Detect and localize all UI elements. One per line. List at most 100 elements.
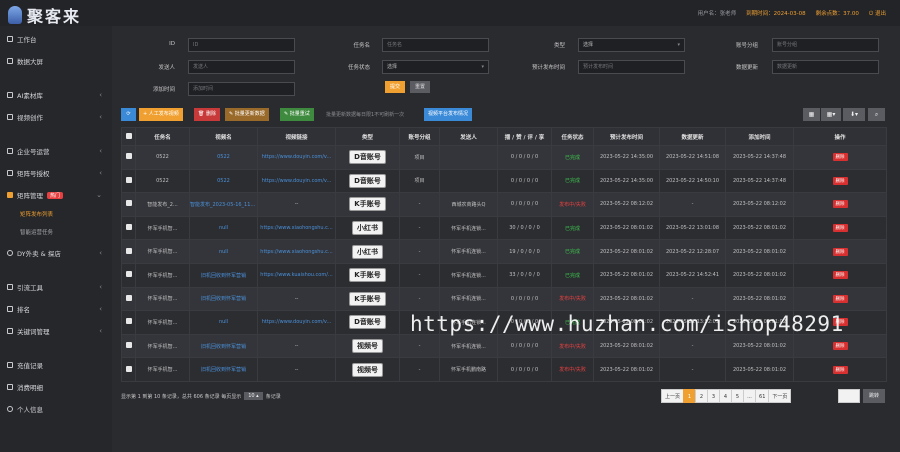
cell-video-name[interactable]: 旧机回收到怀军营销 — [189, 286, 258, 312]
cell-task-name: 怀军手机智... — [135, 333, 190, 359]
row-checkbox[interactable] — [121, 333, 136, 359]
row-checkbox[interactable] — [121, 262, 136, 288]
table-view-icon[interactable]: ▦ — [803, 108, 820, 121]
col-type[interactable]: 类型 — [335, 127, 400, 146]
delete-row-button[interactable]: 删除 — [793, 333, 887, 359]
delete-row-button[interactable]: 删除 — [793, 215, 887, 241]
refresh-button[interactable]: ⟳ — [121, 108, 136, 121]
row-checkbox[interactable] — [121, 310, 136, 335]
export-icon[interactable]: ⬇▾ — [843, 108, 865, 121]
cell-video-name[interactable]: 0522 — [189, 168, 258, 194]
id-input[interactable]: ID — [188, 38, 295, 52]
add-time-input[interactable]: 添加时间 — [188, 82, 295, 96]
cell-video-name[interactable]: 智能发布_2023-05-16_11:20 — [189, 192, 258, 217]
cell-status: 已完成 — [551, 215, 594, 241]
cell-video-url[interactable]: https://www.xiaohongshu.c... — [257, 215, 336, 241]
page-jump-input[interactable] — [838, 389, 860, 403]
cell-stats: 30 / 0 / 0 / 0 — [497, 215, 552, 241]
delete-row-button[interactable]: 删除 — [793, 239, 887, 264]
logo[interactable]: 聚客来 — [8, 3, 81, 27]
page-61-button[interactable]: 61 — [755, 389, 770, 403]
cell-video-url[interactable]: https://www.douyin.com/v... — [257, 168, 336, 194]
delete-button[interactable]: 🗑 删除 — [194, 108, 220, 121]
task-status-select[interactable]: 选择 — [382, 60, 489, 74]
col-video-url[interactable]: 视频链接 — [257, 127, 336, 146]
cell-video-url[interactable]: https://www.xiaohongshu.c... — [257, 239, 336, 264]
sidebar-sub-smart-tasks[interactable]: 智能运营任务 — [20, 228, 53, 236]
plan-time-input[interactable]: 预计发布时间 — [578, 60, 685, 74]
delete-row-button[interactable]: 删除 — [793, 357, 887, 382]
row-checkbox[interactable] — [121, 145, 136, 170]
cell-task-name: 怀军手机智... — [135, 310, 190, 335]
cell-video-name[interactable]: null — [189, 310, 258, 335]
col-video-name[interactable]: 视频名 — [189, 127, 258, 146]
row-checkbox[interactable] — [121, 357, 136, 382]
row-checkbox[interactable] — [121, 215, 136, 241]
sidebar-item-matrix-manage[interactable]: 矩阵管理 热门 ⌄ — [0, 188, 112, 202]
sidebar-item-traffic-tools[interactable]: 引流工具 ‹ — [0, 280, 112, 294]
cell-video-url[interactable]: -- — [257, 333, 336, 359]
row-checkbox[interactable] — [121, 192, 136, 217]
type-select[interactable]: 选择 — [578, 38, 685, 52]
col-task-status[interactable]: 任务状态 — [551, 127, 594, 146]
cell-video-name[interactable]: 旧机回收到怀军营销 — [189, 357, 258, 382]
sidebar-item-video-create[interactable]: 视频创作 ‹ — [0, 110, 112, 124]
search-icon[interactable]: ⌕ — [868, 108, 885, 121]
sidebar-item-ai-material[interactable]: AI素材库 ‹ — [0, 88, 112, 102]
cell-video-name[interactable]: 旧机回收到怀军营销 — [189, 333, 258, 359]
sidebar-item-recharge[interactable]: 充值记录 — [0, 358, 112, 372]
cell-video-name[interactable]: 旧机回收到怀军营销 — [189, 262, 258, 288]
logout-link[interactable]: ⏻ 退出 — [869, 9, 886, 18]
sidebar-item-workbench[interactable]: 工作台 — [0, 32, 112, 46]
col-data-update[interactable]: 数据更新 — [659, 127, 726, 146]
sidebar-item-ranking[interactable]: 排名 ‹ — [0, 302, 112, 316]
col-account-group[interactable]: 账号分组 — [399, 127, 440, 146]
col-sender[interactable]: 发送人 — [439, 127, 498, 146]
account-group-input[interactable]: 账号分组 — [772, 38, 879, 52]
cell-video-url[interactable]: https://www.kuaishou.com/... — [257, 262, 336, 288]
row-checkbox[interactable] — [121, 286, 136, 312]
cell-video-url[interactable]: -- — [257, 357, 336, 382]
row-checkbox[interactable] — [121, 239, 136, 264]
batch-update-button[interactable]: ✎ 批量更新数据 — [225, 108, 269, 121]
prev-page-button[interactable]: 上一页 — [661, 389, 685, 403]
delete-row-button[interactable]: 删除 — [793, 262, 887, 288]
col-task-name[interactable]: 任务名 — [135, 127, 190, 146]
batch-retry-button[interactable]: ✎ 批量重试 — [280, 108, 314, 121]
cell-video-url[interactable]: -- — [257, 286, 336, 312]
submit-button[interactable]: 提交 — [385, 81, 405, 93]
cell-video-url[interactable]: -- — [257, 192, 336, 217]
cell-video-name[interactable]: null — [189, 215, 258, 241]
delete-row-button[interactable]: 删除 — [793, 286, 887, 312]
sidebar-sub-publish-list[interactable]: 矩阵发布列表 — [20, 210, 53, 218]
col-plan-time[interactable]: 预计发布时间 — [593, 127, 660, 146]
cell-video-url[interactable]: https://www.douyin.com/v... — [257, 145, 336, 170]
row-checkbox[interactable] — [121, 168, 136, 194]
delete-row-button[interactable]: 删除 — [793, 145, 887, 170]
delete-row-button[interactable]: 删除 — [793, 168, 887, 194]
cell-video-name[interactable]: 0522 — [189, 145, 258, 170]
sidebar-item-profile[interactable]: 个人信息 — [0, 402, 112, 416]
sidebar-item-dy-takeout[interactable]: DY外卖 & 探店 ‹ — [0, 246, 112, 260]
select-all-checkbox[interactable] — [121, 127, 136, 146]
platform-status-button[interactable]: 视频平台发布情况 — [424, 108, 473, 121]
next-page-button[interactable]: 下一页 — [768, 389, 792, 403]
manual-publish-button[interactable]: + 人工发布视频 — [139, 108, 183, 121]
delete-row-button[interactable]: 删除 — [793, 192, 887, 217]
columns-icon[interactable]: ▦▾ — [821, 108, 841, 121]
page-jump-button[interactable]: 跳转 — [863, 389, 885, 403]
sidebar-item-data-screen[interactable]: 数据大屏 — [0, 54, 112, 68]
col-add-time[interactable]: 添加时间 — [725, 127, 794, 146]
page-size-select[interactable]: 10 ▴ — [244, 392, 263, 400]
data-update-input[interactable]: 数据更新 — [772, 60, 879, 74]
reset-button[interactable]: 重置 — [410, 81, 430, 93]
taskname-input[interactable]: 任务名 — [382, 38, 489, 52]
sidebar-item-matrix-auth[interactable]: 矩阵号授权 ‹ — [0, 166, 112, 180]
sidebar-item-keywords[interactable]: 关键词管理 ‹ — [0, 324, 112, 338]
cell-video-url[interactable]: https://www.douyin.com/v... — [257, 310, 336, 335]
col-stats[interactable]: 播 / 赞 / 评 / 享 — [497, 127, 552, 146]
cell-video-name[interactable]: null — [189, 239, 258, 264]
sidebar-item-enterprise[interactable]: 企业号运营 ‹ — [0, 144, 112, 158]
sidebar-item-consumption[interactable]: 消费明细 — [0, 380, 112, 394]
publisher-input[interactable]: 发送人 — [188, 60, 295, 74]
